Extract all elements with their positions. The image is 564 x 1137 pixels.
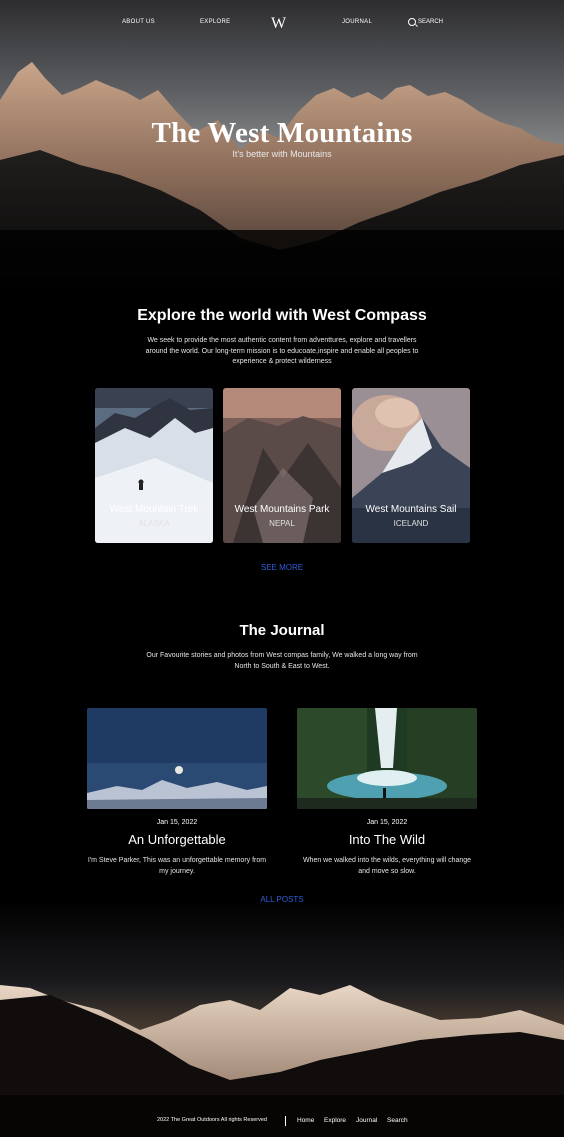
post-date: Jan 15, 2022 (366, 819, 408, 826)
post-title[interactable]: An Unforgettable (87, 832, 267, 847)
hero-title: The West Mountains (151, 117, 413, 149)
top-nav: ABOUT US EXPLORE W JOURNAL SEARCH (0, 15, 564, 33)
nav-journal[interactable]: JOURNAL (342, 16, 372, 28)
footer-divider (285, 1116, 286, 1126)
footer-link-search[interactable]: Search (387, 1117, 408, 1124)
card-title: West Mountains Sail (365, 504, 457, 515)
post-image[interactable] (87, 708, 267, 809)
explore-heading: Explore the world with West Compass (137, 307, 427, 324)
journal-description: Our Favourite stories and photos from We… (146, 652, 418, 670)
card-location: ALASKA (138, 519, 170, 528)
post-date: Jan 15, 2022 (156, 819, 198, 826)
nav-about-us[interactable]: ABOUT US (122, 16, 155, 28)
explore-description: We seek to provide the most authentic co… (145, 337, 419, 365)
footer-link-home[interactable]: Home (297, 1117, 314, 1124)
footer: 2022 The Great Outdoors All rights Reser… (0, 1116, 564, 1128)
hero-section: ABOUT US EXPLORE W JOURNAL SEARCH The We… (0, 0, 564, 290)
card-title: West Mountain Trek (109, 504, 199, 515)
post-excerpt: I'm Steve Parker, This was an unforgetta… (87, 857, 267, 875)
journal-heading: The Journal (239, 622, 325, 639)
search-icon (408, 18, 416, 26)
all-posts-link[interactable]: ALL POSTS (0, 895, 564, 904)
journal-post-unforgettable: Jan 15, 2022 An Unforgettable I'm Steve … (87, 708, 267, 875)
footer-mountain-image (0, 900, 564, 1137)
destination-card-nepal[interactable]: West Mountains Park NEPAL (223, 388, 341, 543)
card-title: West Mountains Park (234, 504, 330, 515)
card-location: ICELAND (393, 519, 429, 528)
destination-card-alaska[interactable]: West Mountain Trek ALASKA (95, 388, 213, 543)
copyright-text: 2022 The Great Outdoors All rights Reser… (157, 1117, 267, 1123)
hero-subtitle: It's better with Mountains (232, 149, 332, 159)
journal-post-into-the-wild: Jan 15, 2022 Into The Wild When we walke… (297, 708, 477, 875)
footer-link-journal[interactable]: Journal (356, 1117, 377, 1124)
card-location: NEPAL (269, 519, 295, 528)
nav-search[interactable]: SEARCH (408, 16, 443, 28)
nav-search-label: SEARCH (418, 19, 444, 25)
post-image[interactable] (297, 708, 477, 809)
post-excerpt: When we walked into the wilds, everythin… (302, 857, 472, 875)
nav-explore[interactable]: EXPLORE (200, 16, 230, 28)
brand-logo[interactable]: W (271, 15, 286, 33)
post-title[interactable]: Into The Wild (297, 832, 477, 847)
footer-link-explore[interactable]: Explore (324, 1117, 346, 1124)
see-more-link[interactable]: SEE MORE (0, 563, 564, 572)
destination-card-iceland[interactable]: West Mountains Sail ICELAND (352, 388, 470, 543)
